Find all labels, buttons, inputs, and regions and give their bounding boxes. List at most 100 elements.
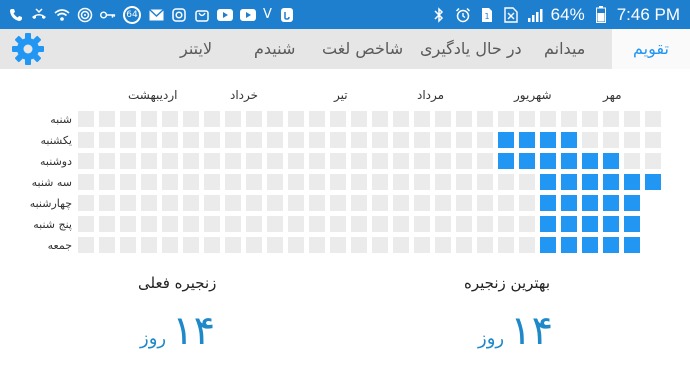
gear-icon: [12, 33, 44, 65]
calendar-day: [582, 111, 598, 127]
calendar-day: [225, 132, 241, 148]
calendar-day: [603, 111, 619, 127]
calendar-day: [162, 237, 178, 253]
battery-icon: [593, 6, 609, 23]
calendar-day: [162, 216, 178, 232]
calendar-day: [99, 153, 115, 169]
calendar-day: [330, 174, 346, 190]
clock: 7:46 PM: [616, 4, 680, 24]
battery-percentage: 64%: [550, 4, 585, 24]
calendar-day-active: [540, 153, 556, 169]
calendar-day: [477, 111, 493, 127]
calendar-day: [141, 237, 157, 253]
tab-known[interactable]: میدانم: [544, 29, 585, 69]
calendar-day: [120, 237, 136, 253]
calendar-day: [351, 237, 367, 253]
tab-word-index[interactable]: شاخص لغت: [322, 29, 403, 69]
current-streak-title: زنجیره فعلی: [138, 274, 217, 292]
calendar-day: [414, 111, 430, 127]
calendar-day: [435, 111, 451, 127]
v-notification-icon: V: [263, 7, 272, 22]
tab-learning[interactable]: در حال یادگیری: [420, 29, 522, 69]
calendar-day: [414, 132, 430, 148]
calendar-day: [330, 237, 346, 253]
calendar-day: [477, 195, 493, 211]
calendar-day-active: [582, 174, 598, 190]
calendar-day: [246, 111, 262, 127]
calendar-day: [246, 195, 262, 211]
tab-heard[interactable]: شنیدم: [254, 29, 295, 69]
calendar-day-active: [540, 237, 556, 253]
calendar-day: [204, 174, 220, 190]
calendar-day-active: [540, 195, 556, 211]
calendar-day: [183, 216, 199, 232]
calendar-day: [498, 216, 514, 232]
calendar-day: [330, 216, 346, 232]
calendar-day: [267, 195, 283, 211]
calendar-day: [141, 195, 157, 211]
calendar-day: [309, 195, 325, 211]
wifi-icon: [54, 7, 70, 23]
settings-button[interactable]: [10, 31, 46, 67]
calendar-day: [372, 132, 388, 148]
calendar-day: [351, 195, 367, 211]
no-sim-icon: [503, 6, 519, 23]
best-streak-number: ۱۴: [510, 308, 554, 354]
key-icon: [100, 7, 116, 23]
calendar-day: [246, 153, 262, 169]
notification-icons: 64 V: [8, 0, 295, 29]
call-icon: [8, 7, 24, 23]
calendar-day-active: [561, 216, 577, 232]
day-label: چهارشنبه: [29, 197, 72, 210]
calendar-day: [393, 195, 409, 211]
calendar-day: [204, 216, 220, 232]
calendar-day: [393, 216, 409, 232]
calendar-day: [519, 111, 535, 127]
best-streak-title: بهترین زنجیره: [464, 274, 551, 292]
current-streak-unit: روز: [140, 328, 167, 349]
calendar-day: [372, 111, 388, 127]
best-streak-unit: روز: [478, 328, 505, 349]
calendar-day-active: [603, 153, 619, 169]
calendar-day-active: [603, 237, 619, 253]
calendar-day-active: [519, 153, 535, 169]
alarm-icon: [455, 7, 471, 23]
calendar-day: [540, 111, 556, 127]
calendar-day: [309, 174, 325, 190]
tab-calendar[interactable]: تقویم: [612, 29, 690, 69]
calendar-day: [477, 237, 493, 253]
calendar-day: [393, 111, 409, 127]
calendar-day: [330, 195, 346, 211]
calendar-day: [78, 216, 94, 232]
calendar-day: [456, 195, 472, 211]
sim-icon: 1: [479, 7, 495, 23]
month-label: شهریور: [514, 88, 552, 102]
calendar-day: [99, 111, 115, 127]
calendar-day: [288, 111, 304, 127]
calendar-day: [561, 111, 577, 127]
calendar-day: [288, 237, 304, 253]
calendar-day: [78, 153, 94, 169]
calendar-day: [141, 132, 157, 148]
calendar-day: [498, 174, 514, 190]
month-label: مهر: [603, 88, 622, 102]
notification-count-badge: 64: [123, 5, 141, 24]
calendar-day: [519, 195, 535, 211]
calendar-day: [477, 153, 493, 169]
calendar-day: [246, 132, 262, 148]
calendar-day: [204, 111, 220, 127]
calendar-day: [309, 237, 325, 253]
calendar-day: [393, 132, 409, 148]
calendar-day-active: [624, 216, 640, 232]
calendar-day: [120, 153, 136, 169]
calendar-day: [120, 111, 136, 127]
calendar-day: [456, 237, 472, 253]
tab-leitner[interactable]: لایتنر: [180, 29, 212, 69]
calendar-day: [582, 132, 598, 148]
calendar-day: [309, 132, 325, 148]
calendar-day: [414, 153, 430, 169]
calendar-day: [267, 153, 283, 169]
tab-bar: تقویم میدانم در حال یادگیری شاخص لغت شنی…: [0, 29, 690, 69]
day-label: سه شنبه: [31, 176, 72, 189]
calendar-day: [120, 174, 136, 190]
